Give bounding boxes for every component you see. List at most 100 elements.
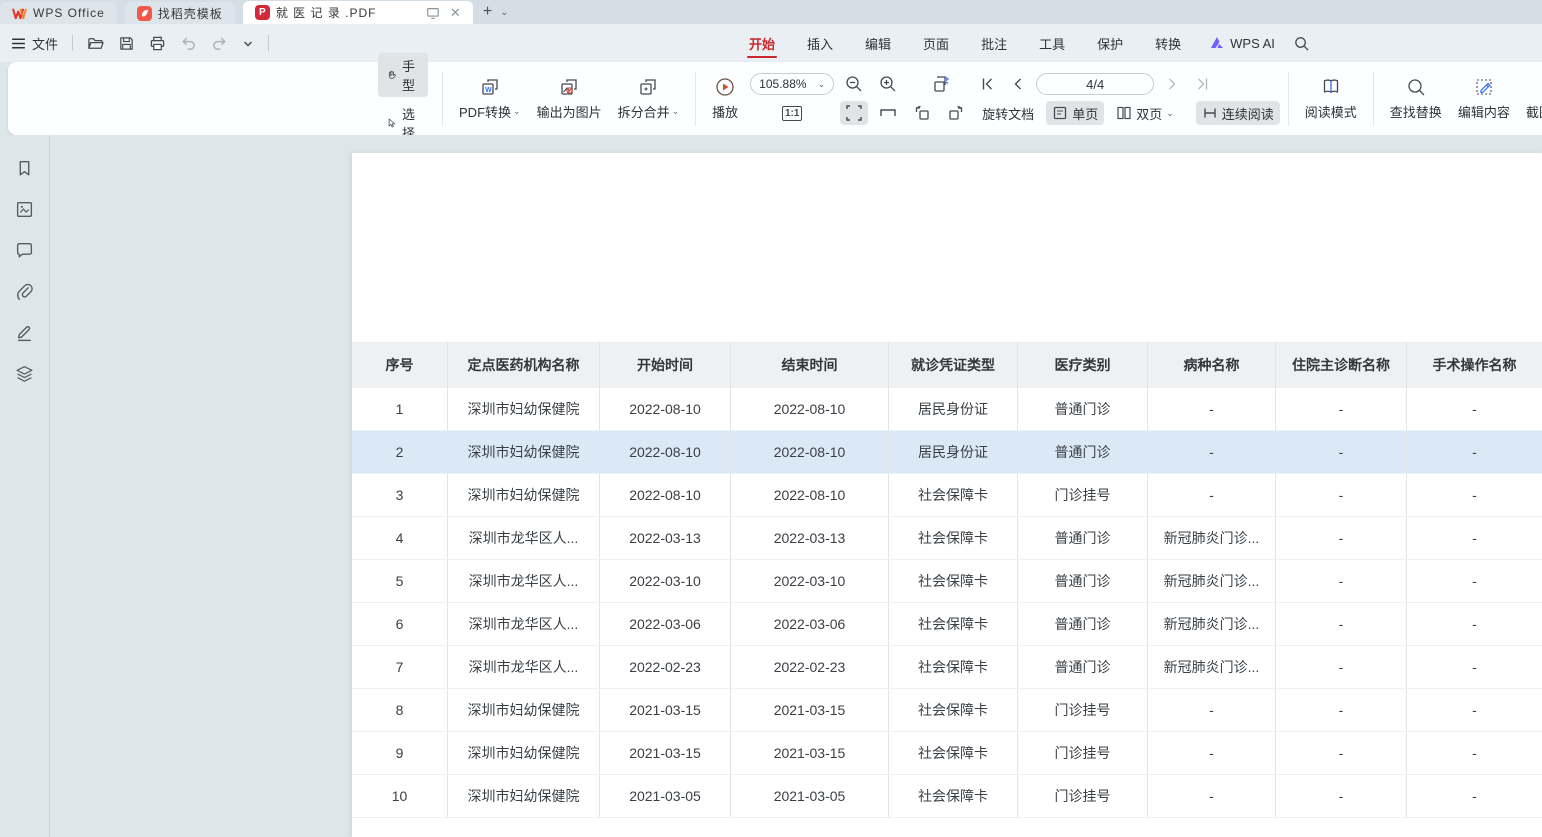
divider [72, 35, 73, 51]
table-cell: - [1407, 560, 1542, 602]
new-tab-button[interactable]: + [483, 3, 492, 21]
table-cell: - [1148, 474, 1276, 516]
actual-size-button[interactable]: 1:1 [750, 104, 834, 123]
menu-tab-convert[interactable]: 转换 [1139, 24, 1197, 62]
continuous-read-button[interactable]: 连续阅读 [1196, 101, 1280, 125]
zoom-level-value: 105.88% [759, 77, 806, 91]
comments-icon[interactable] [15, 241, 34, 260]
book-icon [1321, 77, 1341, 97]
table-cell: 居民身份证 [889, 431, 1018, 473]
quick-access-chevron-icon[interactable] [242, 35, 254, 52]
menu-tab-protect[interactable]: 保护 [1081, 24, 1139, 62]
menu-tab-page[interactable]: 页面 [907, 24, 965, 62]
find-replace-button[interactable]: 查找替换 [1382, 73, 1450, 125]
table-cell: 深圳市妇幼保健院 [448, 474, 600, 516]
table-cell: 2022-08-10 [600, 431, 731, 473]
close-tab-icon[interactable]: ✕ [450, 6, 461, 19]
menu-tab-insert[interactable]: 插入 [791, 24, 849, 62]
rotate-right-icon [946, 103, 966, 123]
tab-docer-templates[interactable]: 找稻壳模板 [125, 2, 235, 24]
thumbnails-icon[interactable] [15, 200, 34, 219]
table-cell: - [1407, 388, 1542, 430]
file-menu-button[interactable]: 文件 [10, 34, 58, 53]
rotate-left-button[interactable] [908, 101, 936, 125]
split-merge-button[interactable]: 拆分合并⌄ [610, 73, 688, 125]
save-icon[interactable] [118, 35, 135, 52]
zoom-out-button[interactable] [840, 72, 868, 96]
table-cell: 普通门诊 [1018, 603, 1148, 645]
table-cell: 深圳市龙华区人... [448, 646, 600, 688]
undo-icon[interactable] [180, 35, 197, 52]
previous-page-button[interactable] [1006, 72, 1030, 96]
export-image-icon [559, 77, 579, 97]
table-cell: 2022-03-10 [731, 560, 889, 602]
wps-ai-label: WPS AI [1230, 36, 1275, 51]
table-cell: 2022-08-10 [600, 388, 731, 430]
export-image-button[interactable]: 输出为图片 [529, 73, 610, 125]
tab-list-chevron-icon[interactable]: ⌄ [500, 7, 508, 18]
column-header: 定点医药机构名称 [448, 342, 600, 388]
ribbon-toolbar: 手型 选择 W PDF转换⌄ 输出为图片 拆分合并⌄ 播放 105.88% ⌄ [8, 62, 1542, 135]
wps-ai-button[interactable]: WPS AI [1197, 36, 1287, 51]
tab-label: WPS Office [33, 6, 105, 20]
menu-tab-edit[interactable]: 编辑 [849, 24, 907, 62]
hand-tool-button[interactable]: 手型 [378, 53, 428, 97]
double-page-button[interactable]: 双页 ⌄ [1110, 101, 1180, 125]
table-cell: 新冠肺炎门诊... [1148, 646, 1276, 688]
table-cell: 深圳市妇幼保健院 [448, 388, 600, 430]
first-page-button[interactable] [976, 72, 1000, 96]
screenshot-compare-button[interactable]: 截图对比 [1518, 73, 1542, 125]
play-button[interactable]: 播放 [704, 73, 746, 125]
fit-page-button[interactable] [840, 101, 868, 125]
table-cell: 2022-03-13 [600, 517, 731, 559]
page-swap-icon [932, 74, 952, 94]
divider [1373, 72, 1374, 126]
read-mode-button[interactable]: 阅读模式 [1297, 73, 1365, 125]
column-header: 手术操作名称 [1407, 342, 1542, 388]
page-organize-button[interactable] [928, 72, 956, 96]
pdf-convert-button[interactable]: W PDF转换⌄ [451, 73, 529, 125]
present-monitor-icon[interactable] [426, 6, 440, 20]
table-cell: - [1276, 689, 1407, 731]
table-cell: - [1148, 689, 1276, 731]
table-cell: 社会保障卡 [889, 732, 1018, 774]
edit-content-button[interactable]: 编辑内容 [1450, 73, 1518, 125]
tab-document-pdf[interactable]: P 就 医 记 录 .PDF ✕ [243, 1, 473, 24]
next-page-button[interactable] [1160, 72, 1184, 96]
next-page-icon [1164, 74, 1180, 94]
print-icon[interactable] [149, 35, 166, 52]
rotate-document-label: 旋转文档 [982, 104, 1034, 123]
layers-icon[interactable] [15, 364, 34, 383]
attachments-icon[interactable] [15, 282, 34, 301]
table-cell: 7 [352, 646, 448, 688]
table-cell: 深圳市妇幼保健院 [448, 732, 600, 774]
zoom-level-select[interactable]: 105.88% ⌄ [750, 73, 834, 95]
single-page-button[interactable]: 单页 [1046, 101, 1104, 125]
rotate-document-button[interactable]: 旋转文档 [976, 102, 1040, 125]
redo-icon[interactable] [211, 35, 228, 52]
table-cell: - [1407, 431, 1542, 473]
signature-icon[interactable] [15, 323, 34, 342]
divider [268, 35, 269, 51]
table-cell: 5 [352, 560, 448, 602]
menu-tab-home[interactable]: 开始 [733, 24, 791, 62]
zoom-in-button[interactable] [874, 72, 902, 96]
search-icon[interactable] [1293, 35, 1310, 52]
tab-wps-office[interactable]: WPS Office [0, 2, 117, 24]
rotate-right-button[interactable] [942, 101, 970, 125]
continuous-read-icon [1202, 103, 1218, 123]
fit-width-button[interactable] [874, 101, 902, 125]
column-header: 住院主诊断名称 [1276, 342, 1407, 388]
menu-tab-comment[interactable]: 批注 [965, 24, 1023, 62]
page-indicator-input[interactable]: 4/4 [1036, 73, 1154, 95]
wps-ai-icon [1209, 36, 1225, 50]
last-page-button[interactable] [1190, 72, 1214, 96]
split-merge-icon [638, 77, 658, 97]
table-cell: 深圳市龙华区人... [448, 603, 600, 645]
open-folder-icon[interactable] [87, 35, 104, 52]
table-row: 3深圳市妇幼保健院2022-08-102022-08-10社会保障卡门诊挂号--… [352, 474, 1542, 517]
table-cell: - [1148, 431, 1276, 473]
bookmark-icon[interactable] [15, 159, 34, 178]
menu-tab-tools[interactable]: 工具 [1023, 24, 1081, 62]
table-cell: 6 [352, 603, 448, 645]
